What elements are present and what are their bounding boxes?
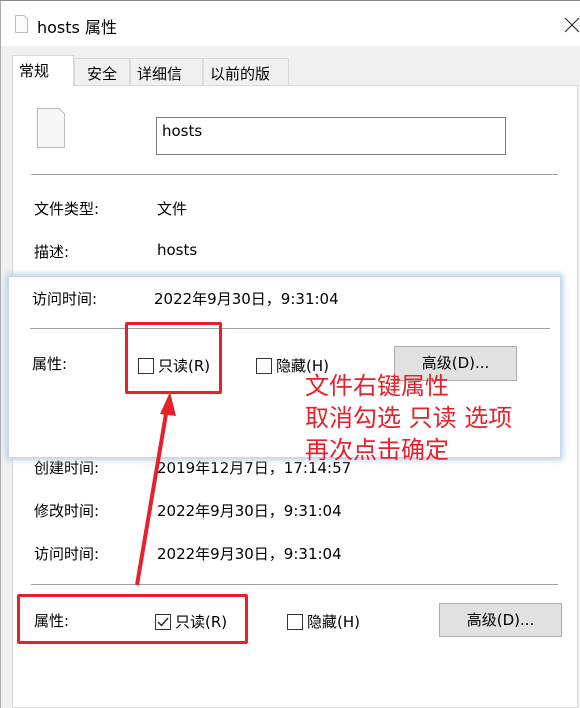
annotation-line: 文件右键属性 xyxy=(305,372,449,400)
annotation-line: 取消勾选 只读 选项 xyxy=(305,404,513,432)
checkbox-icon xyxy=(256,357,272,374)
title-bar: hosts 属性 xyxy=(0,0,580,46)
close-icon[interactable] xyxy=(564,17,580,33)
advanced-button[interactable]: 高级(D)... xyxy=(439,603,562,637)
file-type-value: 文件 xyxy=(157,200,188,218)
created-label: 创建时间: xyxy=(34,459,100,477)
modified-value: 2022年9月30日，9:31:04 xyxy=(157,502,342,520)
divider xyxy=(31,174,558,175)
file-icon xyxy=(15,15,28,33)
tab-previous-versions[interactable]: 以前的版本 xyxy=(203,58,289,104)
attributes-label: 属性: xyxy=(32,355,68,373)
file-type-label: 文件类型: xyxy=(34,200,100,218)
accessed-label: 访问时间: xyxy=(32,290,98,308)
readonly-label: 只读(R) xyxy=(175,613,228,631)
divider xyxy=(31,584,558,585)
accessed-value: 2022年9月30日，9:31:04 xyxy=(154,290,339,308)
file-icon xyxy=(37,108,65,148)
annotation-line: 再次点击确定 xyxy=(305,436,449,464)
window-title: hosts 属性 xyxy=(37,18,117,37)
annotation-text: 文件右键属性 取消勾选 只读 选项 再次点击确定 xyxy=(305,370,512,466)
tab-security[interactable]: 安全 xyxy=(74,58,130,86)
hidden-checkbox[interactable]: 隐藏(H) xyxy=(287,611,360,632)
readonly-checkbox[interactable]: 只读(R) xyxy=(155,611,227,632)
tab-general[interactable]: 常规 xyxy=(12,55,74,86)
modified-label: 修改时间: xyxy=(34,502,100,520)
checkbox-icon xyxy=(287,613,303,630)
description-label: 描述: xyxy=(34,243,70,261)
description-value: hosts xyxy=(157,241,198,259)
readonly-checkbox[interactable]: 只读(R) xyxy=(138,355,210,376)
tab-details[interactable]: 详细信息 xyxy=(130,58,203,104)
checkbox-icon xyxy=(138,357,154,374)
file-name-input[interactable]: hosts xyxy=(156,117,506,155)
accessed-label: 访问时间: xyxy=(34,545,100,563)
readonly-label: 只读(R) xyxy=(158,357,211,375)
accessed-value: 2022年9月30日，9:31:04 xyxy=(157,545,342,563)
checkbox-checked-icon xyxy=(155,613,171,630)
hidden-label: 隐藏(H) xyxy=(307,613,360,631)
divider xyxy=(30,328,550,329)
